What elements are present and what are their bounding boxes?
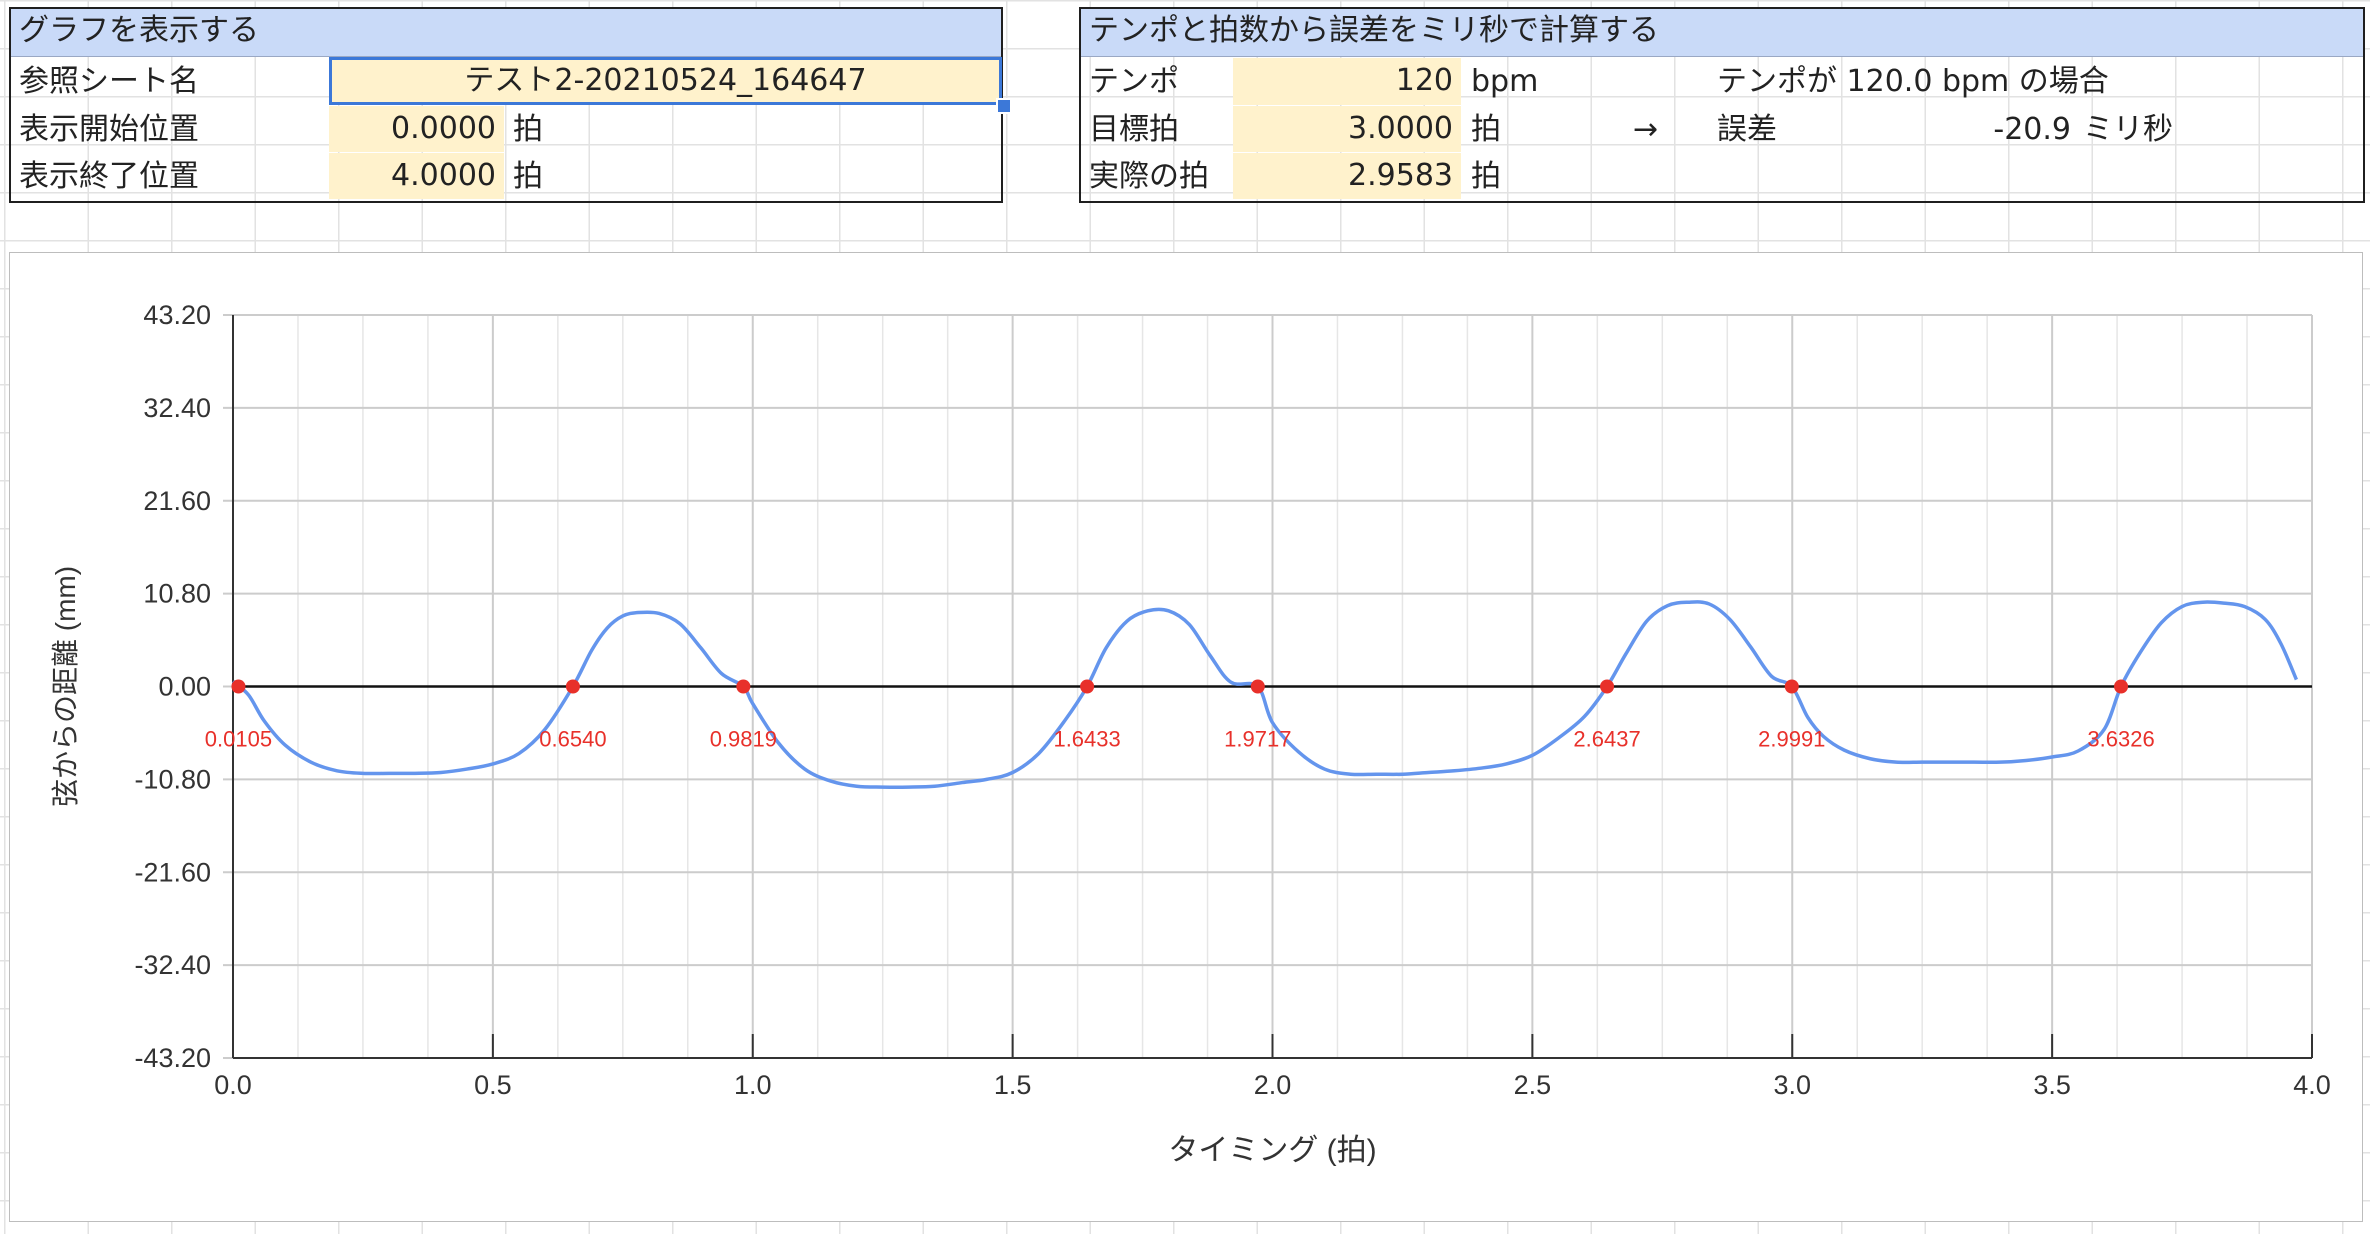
- zero-crossing-marker: [1250, 679, 1265, 694]
- x-tick-label: 1.5: [994, 1070, 1032, 1100]
- x-tick-label: 2.5: [1514, 1070, 1552, 1100]
- y-tick-label: 32.40: [143, 393, 211, 423]
- zero-crossing-label: 2.6437: [1573, 727, 1640, 752]
- y-tick-label: 0.00: [158, 672, 211, 702]
- x-tick-label: 0.0: [214, 1070, 252, 1100]
- graph-panel-title: グラフを表示する: [11, 9, 1001, 57]
- x-tick-label: 0.5: [474, 1070, 512, 1100]
- actual-beat-label: 実際の拍: [1089, 159, 1209, 194]
- y-tick-label: 21.60: [143, 486, 211, 516]
- zero-crossing-label: 3.6326: [2087, 727, 2154, 752]
- target-beat-label: 目標拍: [1089, 112, 1179, 147]
- arrow-icon: →: [1633, 112, 1659, 147]
- timing-calc-panel: テンポと拍数から誤差をミリ秒で計算する テンポ 120 bpm 目標拍 3.00…: [1079, 7, 2365, 203]
- actual-beat-unit: 拍: [1471, 159, 1501, 194]
- waveform-chart: 0.0 0.5 1.0 1.5 2.0 2.5 3.0 3.5 4.0 43.20 32.40 21.…: [50, 300, 2331, 1167]
- result-heading: テンポが 120.0 bpm の場合: [1717, 64, 2109, 99]
- sheet-name-input[interactable]: テスト2-20210524_164647: [329, 57, 1002, 105]
- x-tick-label: 4.0: [2293, 1070, 2331, 1100]
- tempo-input[interactable]: 120: [1233, 58, 1461, 105]
- error-value: -20.9: [1993, 112, 2071, 147]
- zero-crossing-marker: [2114, 679, 2129, 694]
- x-axis-title: タイミング (拍): [1168, 1134, 1376, 1167]
- zero-crossing-label: 0.0105: [205, 727, 272, 752]
- x-tick-label: 1.0: [734, 1070, 772, 1100]
- tempo-unit: bpm: [1471, 64, 1539, 99]
- y-tick-label: -21.60: [134, 857, 211, 887]
- chart-container[interactable]: 0.0 0.5 1.0 1.5 2.0 2.5 3.0 3.5 4.0 43.20 32.40 21.…: [9, 252, 2363, 1222]
- x-tick-label: 3.5: [2033, 1070, 2071, 1100]
- y-tick-label: -32.40: [134, 950, 211, 980]
- end-position-unit: 拍: [513, 159, 543, 194]
- target-beat-input[interactable]: 3.0000: [1233, 106, 1461, 152]
- zero-crossing-marker: [736, 679, 751, 694]
- start-position-input[interactable]: 0.0000: [329, 106, 504, 152]
- zero-crossing-label: 2.9991: [1758, 727, 1825, 752]
- zero-crossing-label: 0.6540: [539, 727, 606, 752]
- zero-crossing-marker: [1080, 679, 1095, 694]
- zero-crossing-label: 1.9717: [1224, 727, 1291, 752]
- calc-panel-title: テンポと拍数から誤差をミリ秒で計算する: [1081, 9, 2363, 57]
- zero-crossing-label: 0.9819: [710, 727, 777, 752]
- error-unit: ミリ秒: [2083, 112, 2173, 147]
- y-tick-label: 43.20: [143, 300, 211, 330]
- zero-crossing-label: 1.6433: [1053, 727, 1120, 752]
- end-position-label: 表示終了位置: [19, 159, 199, 194]
- zero-crossing-marker: [565, 679, 580, 694]
- x-tick-label: 2.0: [1254, 1070, 1292, 1100]
- x-tick-label: 3.0: [1773, 1070, 1811, 1100]
- end-position-input[interactable]: 4.0000: [329, 153, 504, 199]
- y-axis-title: 弦からの距離 (mm): [50, 566, 81, 807]
- actual-beat-input[interactable]: 2.9583: [1233, 153, 1461, 199]
- error-label: 誤差: [1717, 112, 1777, 147]
- sheet-name-label: 参照シート名: [19, 64, 199, 99]
- fill-handle[interactable]: [996, 98, 1012, 114]
- y-tick-label: -10.80: [134, 764, 211, 794]
- zero-crossing-marker: [1784, 679, 1799, 694]
- y-tick-label: 10.80: [143, 579, 211, 609]
- zero-crossing-marker: [231, 679, 246, 694]
- zero-crossing-marker: [1600, 679, 1615, 694]
- target-beat-unit: 拍: [1471, 112, 1501, 147]
- y-tick-label: -43.20: [134, 1043, 211, 1073]
- start-position-label: 表示開始位置: [19, 112, 199, 147]
- start-position-unit: 拍: [513, 112, 543, 147]
- tempo-label: テンポ: [1089, 64, 1179, 99]
- graph-settings-panel: グラフを表示する 参照シート名 テスト2-20210524_164647 表示開…: [9, 7, 1012, 203]
